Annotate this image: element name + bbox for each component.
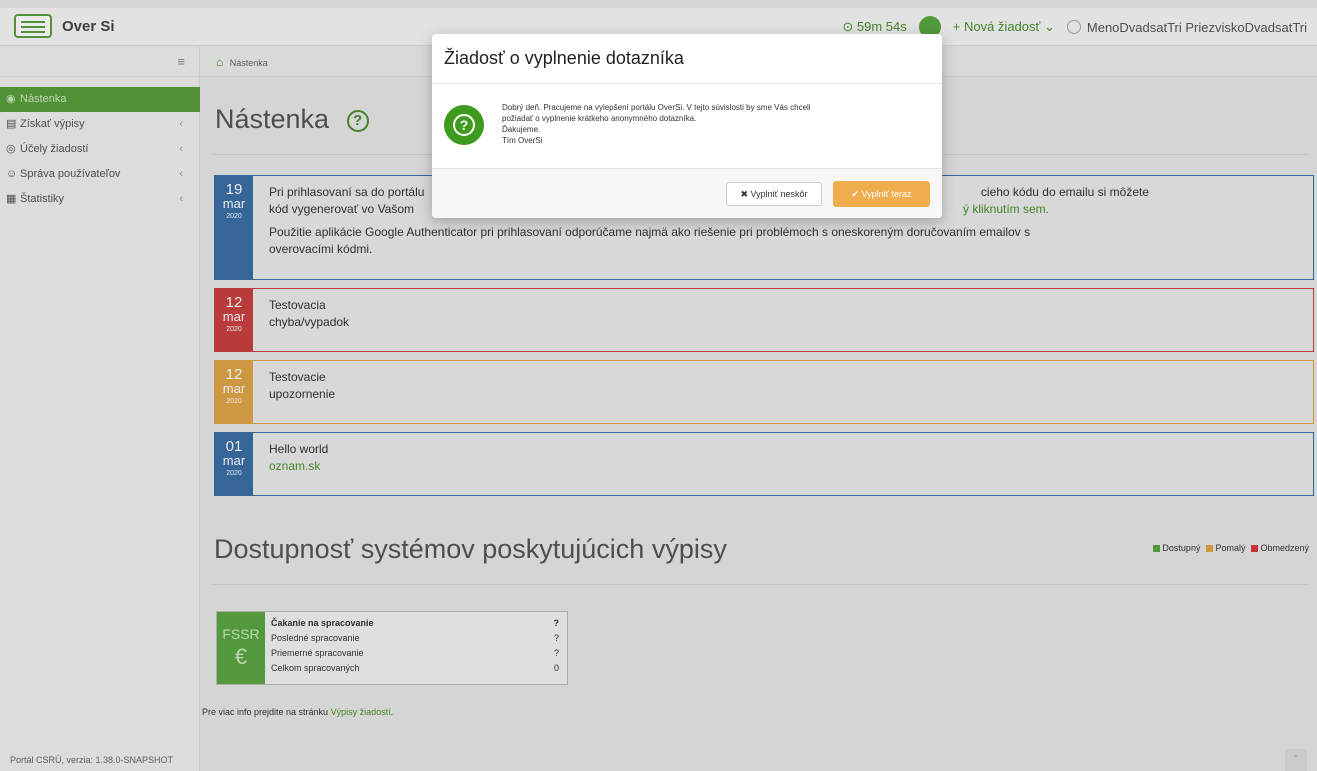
modal-body: ? Dobrý deň. Pracujeme na vylepšení port… bbox=[432, 84, 942, 168]
modal-text-line: požiadať o vyplnenie krátkeho anonymného… bbox=[502, 114, 697, 123]
fill-now-button[interactable]: ✔ Vyplniť teraz bbox=[833, 181, 930, 207]
question-mark: ? bbox=[453, 114, 475, 136]
modal-title: Žiadosť o vyplnenie dotazníka bbox=[432, 34, 942, 84]
modal-text-line: Tím OverSi bbox=[502, 136, 543, 145]
fill-later-button[interactable]: ✖ Vyplniť neskôr bbox=[726, 182, 822, 206]
question-icon: ? bbox=[444, 105, 484, 145]
modal-footer: ✖ Vyplniť neskôr ✔ Vyplniť teraz bbox=[432, 168, 942, 218]
modal-text-line: Dobrý deň. Pracujeme na vylepšení portál… bbox=[502, 103, 811, 112]
modal-text-line: Ďakujeme. bbox=[502, 125, 541, 134]
questionnaire-modal: Žiadosť o vyplnenie dotazníka ? Dobrý de… bbox=[432, 34, 942, 218]
